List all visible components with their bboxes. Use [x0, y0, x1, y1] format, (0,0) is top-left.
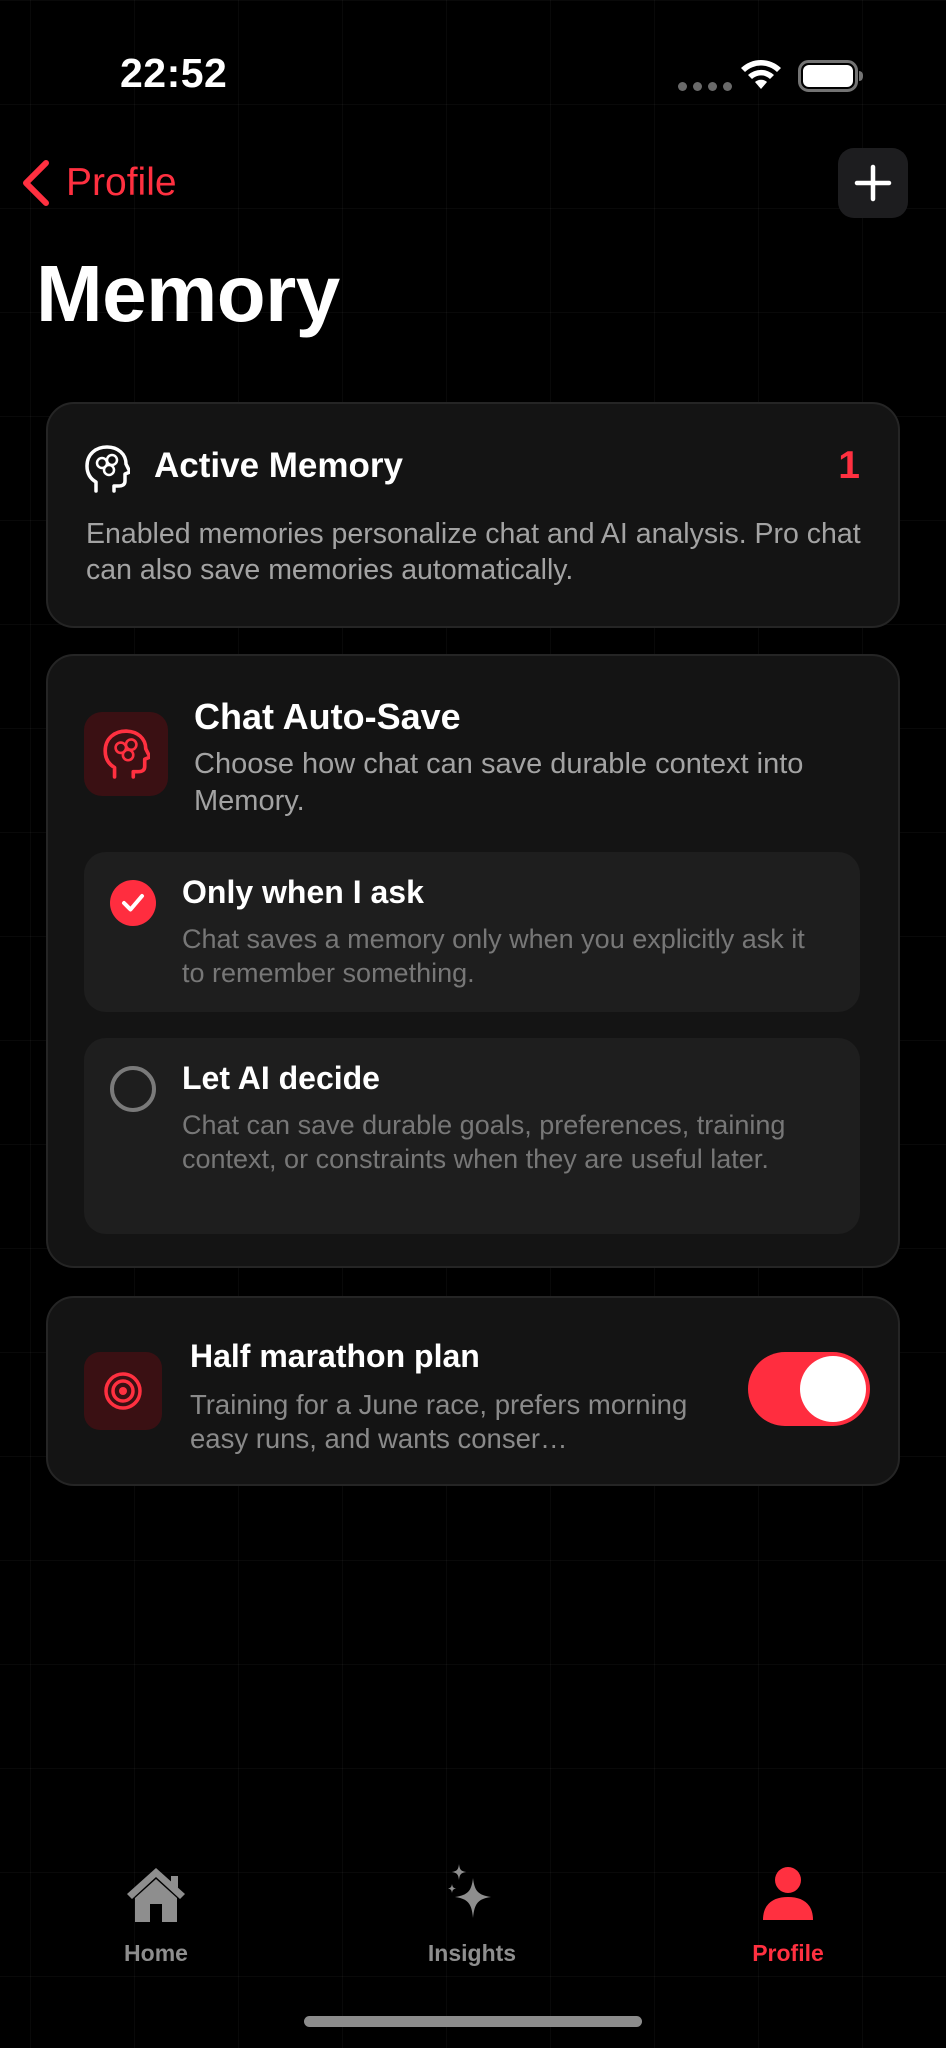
chat-autosave-description: Choose how chat can save durable context… [194, 748, 804, 817]
toggle-knob [800, 1356, 866, 1422]
option-let-ai-decide[interactable]: Let AI decide Chat can save durable goal… [84, 1038, 860, 1234]
plus-icon [854, 164, 892, 202]
chat-autosave-card: Chat Auto-Save Choose how chat can save … [46, 654, 900, 1268]
battery-icon [798, 60, 863, 92]
tab-insights[interactable]: Insights [372, 1860, 572, 1967]
option-description: Chat can save durable goals, preferences… [182, 1110, 786, 1174]
radio-unselected[interactable] [110, 1066, 156, 1112]
memory-item-description: Training for a June race, prefers mornin… [190, 1389, 688, 1454]
target-icon [104, 1372, 142, 1410]
tab-label: Insights [427, 1940, 517, 1966]
active-memory-count: 1 [838, 444, 860, 487]
home-indicator[interactable] [304, 2016, 642, 2027]
checkmark-icon [122, 894, 144, 912]
tab-label: Profile [752, 1940, 824, 1966]
chat-autosave-icon-tile [84, 712, 168, 796]
tab-label: Home [124, 1940, 188, 1966]
option-title: Only when I ask [182, 874, 424, 910]
tab-home[interactable]: Home [56, 1860, 256, 1967]
memory-item-title: Half marathon plan [190, 1338, 480, 1374]
radio-selected[interactable] [110, 880, 156, 926]
page-title: Memory [36, 249, 340, 338]
sparkles-icon [448, 1864, 491, 1918]
status-time: 22:52 [120, 50, 228, 96]
active-memory-title: Active Memory [154, 446, 403, 485]
cellular-signal-icon [678, 82, 732, 91]
chat-autosave-title: Chat Auto-Save [194, 696, 461, 737]
tab-profile[interactable]: Profile [688, 1860, 888, 1967]
active-memory-description: Enabled memories personalize chat and AI… [86, 518, 861, 586]
status-bar: 22:52 [0, 0, 946, 150]
memory-screen: 22:52 Profile Memory Active Memory 1 Ena… [0, 0, 946, 2048]
house-icon [127, 1868, 185, 1922]
option-description: Chat saves a memory only when you explic… [182, 924, 805, 988]
wifi-icon [741, 60, 781, 89]
option-title: Let AI decide [182, 1060, 380, 1096]
back-button-label: Profile [66, 161, 177, 204]
memory-item-card[interactable]: Half marathon plan Training for a June r… [46, 1296, 900, 1486]
memory-enabled-toggle[interactable] [748, 1352, 870, 1426]
active-memory-card: Active Memory 1 Enabled memories persona… [46, 402, 900, 628]
memory-icon-tile [84, 1352, 162, 1430]
tab-bar: Home Insights Profile [0, 1850, 946, 1980]
add-memory-button[interactable] [838, 148, 908, 218]
head-brain-icon [103, 729, 150, 779]
back-button[interactable]: Profile [18, 158, 177, 208]
chevron-left-icon [23, 160, 49, 206]
head-brain-icon [85, 445, 130, 493]
option-only-when-i-ask[interactable]: Only when I ask Chat saves a memory only… [84, 852, 860, 1012]
person-icon [763, 1867, 813, 1920]
